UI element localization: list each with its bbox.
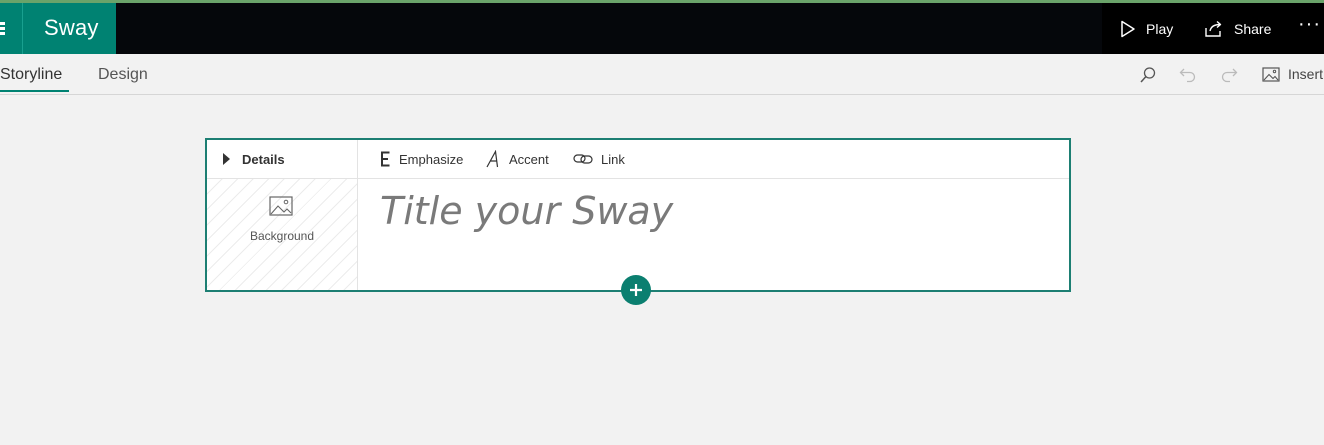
share-label: Share [1234,20,1272,37]
accent-label: Accent [509,151,549,167]
tab-bar: Storyline Design Insert [0,54,1324,95]
insert-label: Insert [1288,66,1324,82]
play-button[interactable]: Play [1120,3,1173,54]
waffle-menu-icon [0,22,5,35]
brand-area: Sway [0,3,116,54]
link-button[interactable]: Link [573,140,625,178]
undo-button[interactable] [1177,64,1199,86]
share-icon [1205,20,1222,37]
redo-icon [1221,68,1238,83]
active-tab-indicator [0,90,69,92]
header-actions: Play Share ··· [1102,3,1324,54]
play-icon [1121,20,1135,37]
image-icon [269,196,293,216]
sway-title-input[interactable] [380,186,1040,236]
card-side-panel: Details Background [207,140,358,290]
background-dropzone[interactable]: Background [207,179,357,290]
app-header: Sway Play Share ··· [0,3,1324,54]
redo-button[interactable] [1218,64,1240,86]
add-card-button[interactable] [621,275,651,305]
tab-storyline[interactable]: Storyline [0,66,62,84]
undo-icon [1179,68,1196,83]
insert-button[interactable]: Insert [1262,66,1323,82]
details-toggle[interactable]: Details [207,140,357,179]
app-launcher-button[interactable] [0,3,23,54]
search-icon [1140,67,1156,83]
plus-icon [630,284,642,296]
accent-icon [486,150,499,168]
more-options-button[interactable]: ··· [1298,0,1321,50]
title-card: Details Background Emphasize Accent Link [205,138,1071,292]
link-label: Link [601,151,625,167]
search-button[interactable] [1137,64,1159,86]
expand-arrow-icon [223,153,230,165]
accent-button[interactable]: Accent [486,140,549,178]
emphasize-label: Emphasize [399,151,464,167]
tab-design[interactable]: Design [98,66,148,84]
details-label: Details [242,151,285,167]
emphasize-icon [381,151,390,167]
app-name: Sway [44,15,99,40]
background-label: Background [249,229,315,243]
emphasize-button[interactable]: Emphasize [380,140,463,178]
share-button[interactable]: Share [1204,3,1271,54]
play-label: Play [1146,20,1174,37]
text-format-toolbar: Emphasize Accent Link [358,140,1069,179]
link-icon [573,154,593,164]
image-icon [1262,66,1280,82]
